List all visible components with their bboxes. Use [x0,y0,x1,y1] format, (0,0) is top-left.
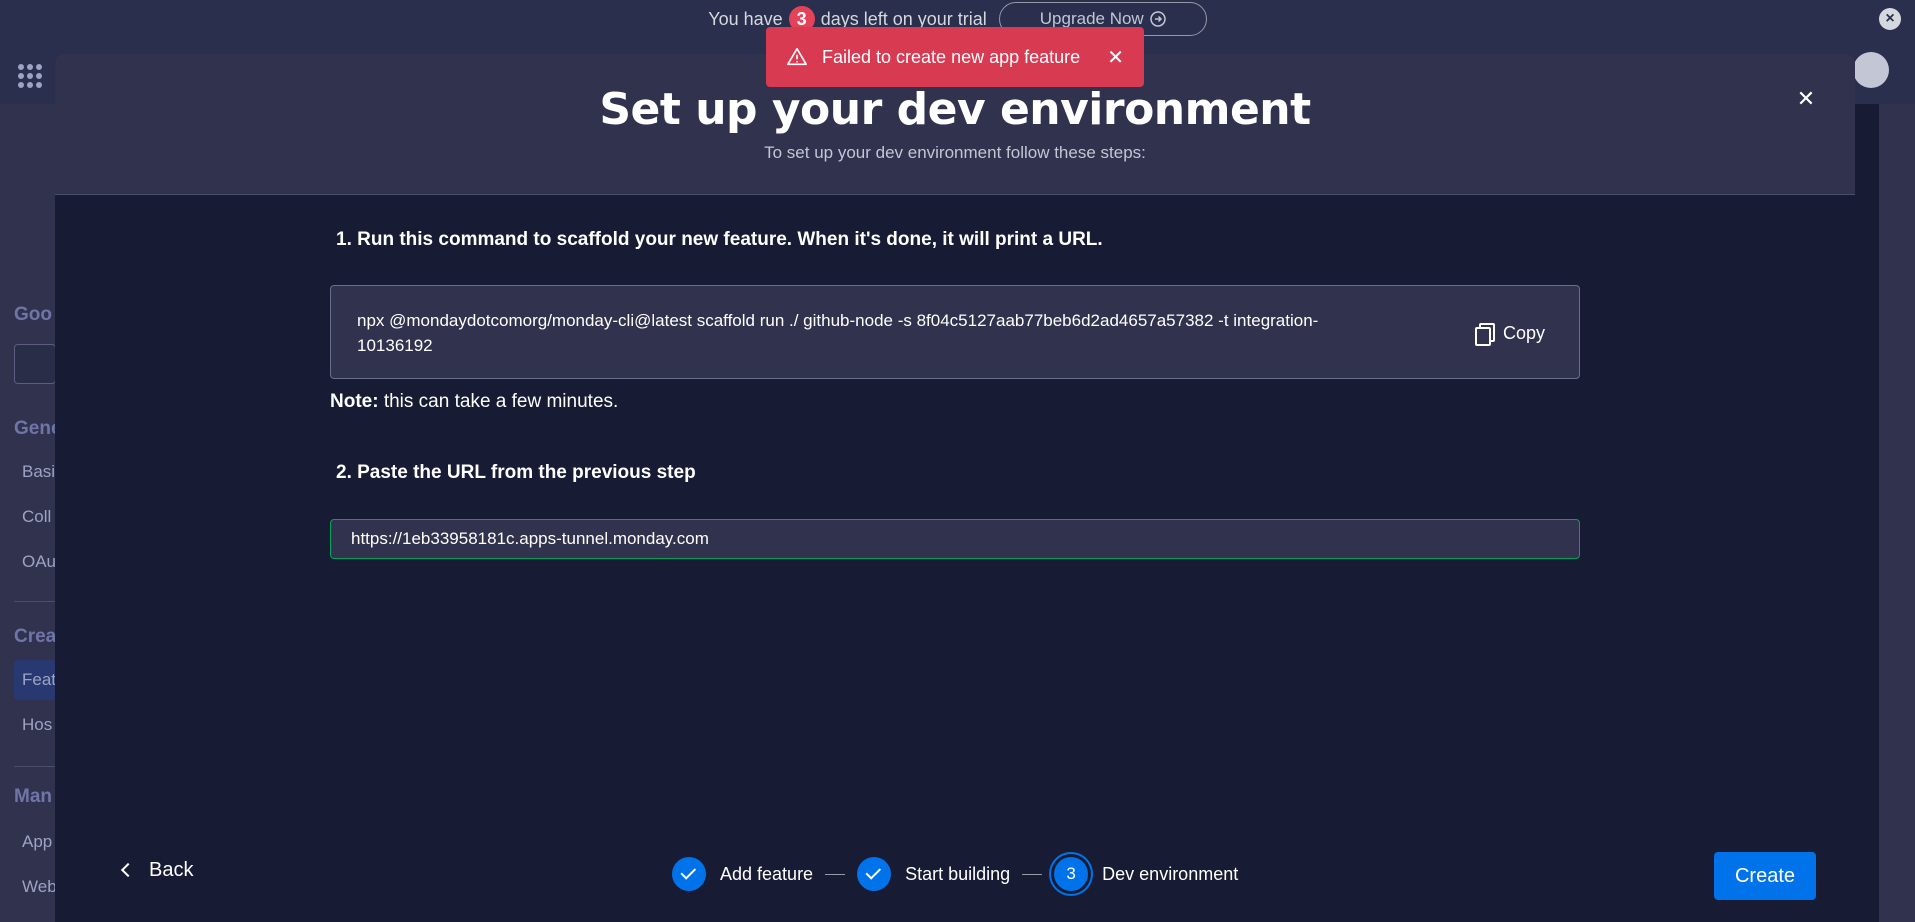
stepper: Add feature Start building 3 Dev environ… [672,856,1238,892]
step-add-feature: Add feature [672,857,813,891]
note-text: this can take a few minutes. [378,391,619,412]
step-connector [825,873,846,875]
step-label: Add feature [720,863,814,884]
note-label: Note: [330,391,379,412]
step-number: 3 [1054,857,1089,891]
sidebar-heading-man: Man [14,786,52,807]
step-start-building: Start building [857,857,1010,891]
copy-label: Copy [1502,322,1545,343]
step-label: Dev environment [1102,863,1239,884]
trial-close-icon[interactable]: × [1879,8,1901,30]
sidebar-item-basi[interactable]: Basi [22,462,55,482]
background-sidebar: Goo Gene Basi Coll OAu Crea Feat Hos Man… [0,104,62,922]
chevron-left-icon [120,862,136,878]
sidebar-item-hos[interactable]: Hos [22,715,52,735]
create-button[interactable]: Create [1714,852,1816,900]
step-label: Start building [905,863,1011,884]
dev-environment-modal: Set up your dev environment To set up yo… [55,54,1855,922]
step1-title: 1. Run this command to scaffold your new… [336,229,1103,250]
warning-icon [787,47,807,66]
url-input[interactable] [330,519,1580,559]
back-label: Back [149,858,194,881]
apps-grid-icon[interactable] [18,64,42,88]
sidebar-item-feat[interactable]: Feat [22,670,56,690]
step2-title: 2. Paste the URL from the previous step [336,462,696,483]
modal-title: Set up your dev environment [599,84,1311,135]
copy-button[interactable]: Copy [1474,319,1545,347]
sidebar-heading-goo: Goo [14,304,52,325]
command-box: npx @mondaydotcomorg/monday-cli@latest s… [330,285,1580,379]
step-connector [1022,873,1043,875]
arrow-right-circle-icon [1149,11,1166,27]
toast-close-icon[interactable]: ✕ [1107,45,1124,70]
modal-close-icon[interactable]: ✕ [1793,86,1819,112]
check-icon [672,857,706,891]
sidebar-divider [14,766,56,767]
sidebar-input[interactable] [14,344,56,384]
scaffold-command[interactable]: npx @mondaydotcomorg/monday-cli@latest s… [357,308,1357,358]
sidebar-heading-crea: Crea [14,626,57,647]
error-toast: Failed to create new app feature ✕ [766,27,1144,87]
step-dev-environment: 3 Dev environment [1054,857,1238,891]
modal-subtitle: To set up your dev environment follow th… [764,143,1146,162]
copy-icon [1474,323,1495,346]
background-right-panel [1879,104,1915,922]
check-icon [857,857,892,891]
sidebar-item-oau[interactable]: OAu [22,552,56,572]
note: Note: this can take a few minutes. [330,391,618,413]
sidebar-divider [14,601,56,602]
avatar[interactable] [1853,52,1889,88]
upgrade-label: Upgrade Now [1039,9,1144,28]
sidebar-item-web[interactable]: Web [22,877,57,897]
sidebar-item-coll[interactable]: Coll [22,507,51,527]
toast-message: Failed to create new app feature [822,46,1081,67]
sidebar-item-app[interactable]: App [22,832,52,852]
back-button[interactable]: Back [119,852,193,888]
